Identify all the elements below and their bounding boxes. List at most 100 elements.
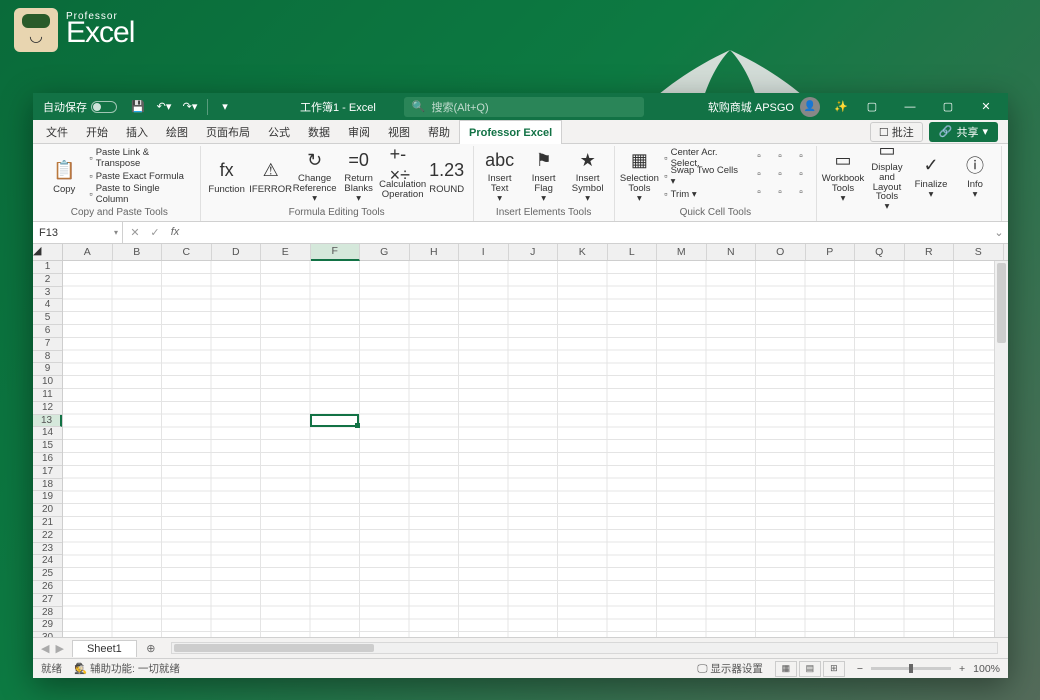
zoom-slider[interactable] (871, 667, 951, 670)
menu-文件[interactable]: 文件 (37, 120, 77, 144)
menu-公式[interactable]: 公式 (259, 120, 299, 144)
row-header[interactable]: 5 (33, 312, 62, 325)
col-header[interactable]: D (212, 244, 262, 260)
quickaccess-more-icon[interactable]: ▾ (214, 96, 236, 118)
view-pagelayout-icon[interactable]: ▤ (799, 661, 821, 677)
ribbon-insert-symbol-[interactable]: ★InsertSymbol▾ (567, 148, 609, 204)
row-header[interactable]: 26 (33, 581, 62, 594)
row-header[interactable]: 28 (33, 607, 62, 620)
col-header[interactable]: R (905, 244, 955, 260)
account-button[interactable]: 软购商城 APSGO👤 (700, 97, 828, 117)
view-normal-icon[interactable]: ▦ (775, 661, 797, 677)
ribbon-grid-btn[interactable]: ▫ (791, 166, 811, 183)
display-settings-button[interactable]: 🖵 显示器设置 (697, 661, 763, 676)
formula-input[interactable] (187, 222, 990, 243)
col-header[interactable]: N (707, 244, 757, 260)
share-button[interactable]: 🔗 共享 ▾ (929, 122, 998, 142)
col-header[interactable]: G (360, 244, 410, 260)
save-icon[interactable]: 💾 (127, 96, 149, 118)
undo-icon[interactable]: ↶▾ (153, 96, 175, 118)
col-header[interactable]: C (162, 244, 212, 260)
ribbon-grid-btn[interactable]: ▫ (770, 166, 790, 183)
row-header[interactable]: 21 (33, 517, 62, 530)
col-header[interactable]: Q (855, 244, 905, 260)
ribbon-insert-flag-[interactable]: ⚑InsertFlag▾ (523, 148, 565, 204)
fx-icon[interactable]: fx (167, 226, 183, 239)
ribbon-copy[interactable]: 📋Copy (44, 148, 84, 204)
close-button[interactable]: ✕ (968, 93, 1004, 120)
sheet-nav-next-icon[interactable]: ▶ (53, 642, 65, 655)
ribbon-swap-two-cells-[interactable]: ▫Swap Two Cells ▾ (661, 168, 747, 185)
name-box[interactable]: F13 (33, 222, 123, 243)
maximize-button[interactable]: ▢ (930, 93, 966, 120)
menu-视图[interactable]: 视图 (379, 120, 419, 144)
row-header[interactable]: 17 (33, 466, 62, 479)
row-header[interactable]: 4 (33, 299, 62, 312)
col-header[interactable]: B (113, 244, 163, 260)
col-header[interactable]: H (410, 244, 460, 260)
expand-formula-icon[interactable]: ⌄ (990, 226, 1008, 239)
menu-professor-excel[interactable]: Professor Excel (459, 120, 562, 144)
menu-帮助[interactable]: 帮助 (419, 120, 459, 144)
ribbon-return-blanks-[interactable]: =0ReturnBlanks▾ (338, 148, 380, 204)
col-header[interactable]: S (954, 244, 1004, 260)
zoom-level[interactable]: 100% (973, 663, 1000, 675)
col-header[interactable]: O (756, 244, 806, 260)
row-header[interactable]: 12 (33, 402, 62, 415)
row-header[interactable]: 23 (33, 543, 62, 556)
ribbon-workbook-tools-[interactable]: ▭WorkbookTools▾ (822, 148, 864, 204)
redo-icon[interactable]: ↷▾ (179, 96, 201, 118)
comments-button[interactable]: ☐ 批注 (870, 122, 923, 142)
row-header[interactable]: 6 (33, 325, 62, 338)
row-header[interactable]: 2 (33, 274, 62, 287)
row-header[interactable]: 8 (33, 351, 62, 364)
zoom-out-button[interactable]: − (857, 663, 863, 675)
ribbon-info-[interactable]: ⓘInfo▾ (954, 148, 996, 204)
row-header[interactable]: 15 (33, 440, 62, 453)
ribbon-grid-btn[interactable]: ▫ (749, 184, 769, 201)
menu-开始[interactable]: 开始 (77, 120, 117, 144)
minimize-button[interactable]: — (892, 93, 928, 120)
row-header[interactable]: 22 (33, 530, 62, 543)
ribbon-trim-[interactable]: ▫Trim ▾ (661, 186, 747, 203)
ribbon-display-and-layout-tools-[interactable]: ▭Displayand Layout Tools▾ (866, 148, 908, 204)
col-header[interactable]: E (261, 244, 311, 260)
ribbon-paste-to-single-column[interactable]: ▫Paste to Single Column (86, 186, 194, 203)
vertical-scrollbar[interactable] (994, 261, 1008, 637)
row-header[interactable]: 25 (33, 568, 62, 581)
row-header[interactable]: 14 (33, 427, 62, 440)
ribbon-grid-btn[interactable]: ▫ (749, 166, 769, 183)
ribbon-paste-link-transpose[interactable]: ▫Paste Link & Transpose (86, 150, 194, 167)
menu-数据[interactable]: 数据 (299, 120, 339, 144)
col-header[interactable]: F (311, 244, 361, 261)
row-header[interactable]: 18 (33, 479, 62, 492)
ribbon-function[interactable]: fxFunction (206, 148, 248, 204)
row-header[interactable]: 19 (33, 491, 62, 504)
col-header[interactable]: I (459, 244, 509, 260)
ribbon-finalize-[interactable]: ✓Finalize▾ (910, 148, 952, 204)
row-header[interactable]: 11 (33, 389, 62, 402)
ribbon-change-reference-[interactable]: ↻ChangeReference▾ (294, 148, 336, 204)
col-header[interactable]: J (509, 244, 559, 260)
row-header[interactable]: 30 (33, 632, 62, 637)
row-header[interactable]: 1 (33, 261, 62, 274)
ribbon-iferror[interactable]: ⚠IFERROR (250, 148, 292, 204)
ribbon-grid-btn[interactable]: ▫ (791, 184, 811, 201)
col-header[interactable]: A (63, 244, 113, 260)
menu-审阅[interactable]: 审阅 (339, 120, 379, 144)
ribbon-selection-tools-[interactable]: ▦SelectionTools▾ (620, 148, 660, 204)
sheet-tab[interactable]: Sheet1 (72, 640, 137, 657)
col-header[interactable]: K (558, 244, 608, 260)
ribbon-insert-text-[interactable]: abcInsertText▾ (479, 148, 521, 204)
row-header[interactable]: 9 (33, 363, 62, 376)
menu-绘图[interactable]: 绘图 (157, 120, 197, 144)
menu-插入[interactable]: 插入 (117, 120, 157, 144)
row-header[interactable]: 20 (33, 504, 62, 517)
ribbon-grid-btn[interactable]: ▫ (770, 184, 790, 201)
ribbon-grid-btn[interactable]: ▫ (791, 148, 811, 165)
ribbon-options-icon[interactable]: ▢ (854, 93, 890, 120)
selected-cell[interactable] (310, 414, 359, 427)
ribbon-center-acr-select-[interactable]: ▫Center Acr. Select. (661, 150, 747, 167)
row-header[interactable]: 24 (33, 555, 62, 568)
col-header[interactable]: L (608, 244, 658, 260)
